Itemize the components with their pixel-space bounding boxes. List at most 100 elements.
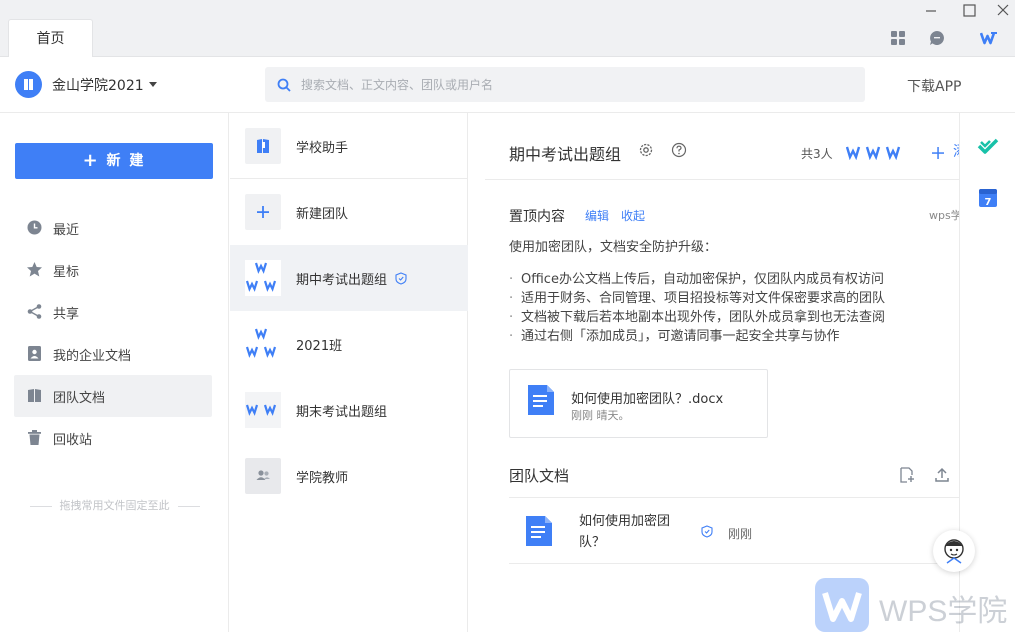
list-item: 文档被下载后若本地副本出现外传，团队外成员拿到也无法查阅 — [509, 308, 885, 327]
trash-icon — [28, 430, 41, 445]
new-doc-icon[interactable] — [899, 467, 915, 483]
team-item-school-assistant[interactable]: 学校助手 — [230, 113, 468, 179]
divider — [509, 563, 959, 564]
doc-name[interactable]: 如何使用加密团队？ — [579, 511, 689, 553]
team-item-class-2021[interactable]: 2021班 — [230, 311, 468, 377]
search-box[interactable] — [265, 67, 865, 102]
sidebar-item-team-docs[interactable]: 团队文档 — [14, 375, 212, 417]
book-icon — [24, 79, 33, 90]
sidebar-item-label: 团队文档 — [53, 391, 106, 406]
search-input[interactable] — [301, 67, 841, 102]
wps-group-avatar — [245, 326, 281, 362]
plus-icon — [245, 194, 281, 230]
team-item-midterm-group[interactable]: 期中考试出题组 — [230, 245, 468, 311]
team-name: 2021班 — [296, 339, 343, 354]
account-name[interactable]: 金山学院2021 — [52, 75, 144, 95]
divider — [485, 179, 959, 180]
team-name-text: 期中考试出题组 — [296, 273, 388, 288]
clock-icon — [27, 220, 42, 235]
card-doc-name: 如何使用加密团队？.docx — [571, 392, 724, 407]
close-icon[interactable] — [994, 2, 1012, 20]
list-item: Office办公文档上传后，自动加密保护，仅团队内成员有权访问 — [509, 270, 885, 289]
pinned-intro: 使用加密团队，文档安全防护升级： — [509, 240, 718, 255]
assistant-avatar[interactable] — [933, 530, 975, 572]
team-name: 学院教师 — [296, 471, 349, 486]
sidebar-item-enterprise-docs[interactable]: 我的企业文档 — [14, 333, 212, 375]
chevron-down-icon[interactable] — [149, 82, 157, 87]
help-icon[interactable] — [671, 142, 687, 158]
member-avatars[interactable] — [846, 144, 906, 160]
message-icon[interactable] — [928, 29, 946, 47]
assistant-icon — [944, 539, 964, 564]
shield-icon — [701, 525, 713, 538]
new-button[interactable]: + 新 建 — [15, 143, 213, 179]
watermark: WPS学院 — [815, 578, 1015, 632]
tab-home[interactable]: 首页 — [8, 19, 93, 58]
wps-group-avatar — [245, 260, 281, 296]
pinned-doc-card[interactable]: 如何使用加密团队？.docx 刚刚 晴天。 — [509, 369, 768, 438]
member-count: 共3人 — [801, 147, 833, 161]
team-name: 期末考试出题组 — [296, 405, 388, 420]
sidebar-item-label: 共享 — [53, 307, 80, 322]
maximize-icon[interactable] — [960, 2, 978, 20]
team-name: 期中考试出题组 — [296, 269, 407, 288]
wps-group-avatar — [245, 392, 281, 428]
divider — [509, 497, 959, 498]
team-name: 新建团队 — [296, 207, 349, 222]
sidebar-item-label: 星标 — [53, 265, 80, 280]
apps-grid-icon[interactable] — [889, 29, 907, 47]
watermark-text: WPS学院 — [879, 595, 1008, 628]
plus-icon: + — [82, 150, 100, 171]
card-doc-meta: 刚刚 晴天。 — [571, 409, 630, 422]
main-panel: 期中考试出题组 共3人 添 置顶内容 编辑 收起 wps学 使用加密团队，文档安… — [469, 113, 959, 632]
account-avatar[interactable] — [15, 71, 42, 98]
search-icon — [277, 78, 291, 92]
check-icon[interactable] — [977, 137, 999, 157]
sidebar-item-starred[interactable]: 星标 — [14, 249, 212, 291]
sidebar-item-shared[interactable]: 共享 — [14, 291, 212, 333]
upload-icon[interactable] — [934, 467, 950, 483]
pinned-title: 置顶内容 — [509, 209, 565, 225]
people-icon — [245, 458, 281, 494]
pinned-bullets: Office办公文档上传后，自动加密保护，仅团队内成员有权访问 适用于财务、合同… — [509, 270, 885, 346]
collapse-link[interactable]: 收起 — [621, 207, 645, 224]
book-icon — [28, 389, 41, 402]
wps-logo-icon[interactable] — [979, 29, 998, 47]
doc-time: 刚刚 — [728, 527, 753, 541]
team-list: 学校助手 新建团队 期中考试出题组 2021班 期末考试出题组 学院教师 — [230, 113, 468, 632]
header: 金山学院2021 下载APP — [0, 57, 1015, 113]
doc-file-icon — [526, 516, 552, 546]
sidebar: + 新 建 最近 星标 共享 我的企业文档 团队文档 回收站 拖拽常用文件固定至… — [0, 113, 229, 632]
team-item-new-team[interactable]: 新建团队 — [230, 179, 468, 245]
school-icon — [245, 128, 281, 164]
svg-text:7: 7 — [985, 197, 992, 208]
calendar-icon[interactable]: 7 — [978, 187, 998, 208]
doc-file-icon — [528, 385, 554, 415]
share-icon — [27, 304, 42, 319]
new-button-label: 新 建 — [106, 153, 146, 169]
edit-link[interactable]: 编辑 — [585, 207, 609, 224]
add-member-icon[interactable] — [931, 146, 945, 160]
person-doc-icon — [28, 346, 41, 361]
team-docs-title: 团队文档 — [509, 467, 570, 485]
download-app-link[interactable]: 下载APP — [907, 76, 961, 96]
shield-icon — [395, 272, 407, 285]
list-item: 通过右侧「添加成员」，可邀请同事一起安全共享与协作 — [509, 327, 885, 346]
sidebar-item-recent[interactable]: 最近 — [14, 207, 212, 249]
sidebar-item-label: 我的企业文档 — [53, 349, 132, 364]
team-item-teachers[interactable]: 学院教师 — [230, 443, 468, 509]
group-title: 期中考试出题组 — [509, 145, 622, 164]
gear-icon[interactable] — [638, 142, 654, 158]
sidebar-item-label: 最近 — [53, 223, 80, 238]
wps-logo-icon — [815, 578, 869, 632]
sidebar-item-label: 回收站 — [53, 433, 93, 448]
list-item: 适用于财务、合同管理、项目招投标等对文件保密要求高的团队 — [509, 289, 885, 308]
star-icon — [27, 262, 42, 277]
title-bar: 首页 — [0, 0, 1015, 58]
pin-hint: 拖拽常用文件固定至此 — [0, 497, 229, 513]
minimize-icon[interactable] — [922, 2, 940, 20]
wps-label: wps学 — [929, 209, 959, 222]
team-name: 学校助手 — [296, 141, 349, 156]
sidebar-item-recycle-bin[interactable]: 回收站 — [14, 417, 212, 459]
team-item-final-group[interactable]: 期末考试出题组 — [230, 377, 468, 443]
